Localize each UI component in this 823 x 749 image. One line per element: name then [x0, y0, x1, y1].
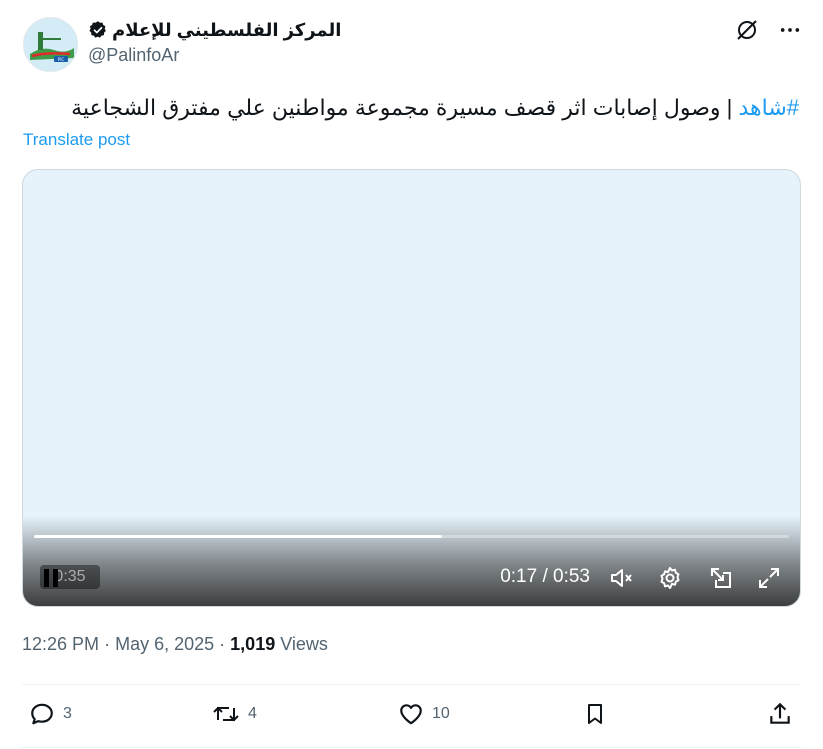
like-count: 10 [432, 705, 450, 722]
meta-separator: · [219, 634, 226, 654]
author-handle[interactable]: @PalinfoAr [88, 45, 341, 66]
tweet-text: #شاهد | وصول إصابات اثر قصف مسيرة مجموعة… [23, 92, 799, 124]
tweet-body: | وصول إصابات اثر قصف مسيرة مجموعة مواطن… [71, 95, 739, 120]
author-block: المركز الفلسطيني للإعلام @PalinfoAr [88, 17, 341, 66]
video-time: 0:17 / 0:53 [500, 566, 590, 587]
grok-icon[interactable] [735, 18, 759, 42]
bookmark-button[interactable] [583, 701, 607, 727]
fullscreen-icon[interactable] [756, 565, 782, 591]
palinfo-logo-icon: PIC [24, 18, 77, 71]
share-icon [770, 702, 790, 724]
share-button[interactable] [767, 701, 793, 727]
reply-icon [31, 703, 53, 725]
mute-icon[interactable] [608, 565, 634, 591]
header-actions [735, 18, 801, 42]
divider [22, 684, 801, 685]
video-controls-overlay [23, 516, 800, 606]
post-date[interactable]: May 6, 2025 [115, 634, 214, 654]
repost-icon [213, 706, 239, 722]
video-progress-fill [34, 535, 442, 538]
reply-count: 3 [63, 705, 72, 722]
heart-icon [400, 704, 422, 725]
post-time[interactable]: 12:26 PM [22, 634, 99, 654]
avatar[interactable]: PIC [23, 17, 78, 72]
views-count: 1,019 [230, 634, 276, 654]
divider [22, 747, 801, 748]
reply-button[interactable]: 3 [29, 701, 72, 727]
popout-icon[interactable] [708, 565, 734, 591]
bookmark-icon [588, 704, 602, 724]
repost-button[interactable]: 4 [212, 701, 257, 727]
translate-link[interactable]: Translate post [23, 130, 130, 150]
hashtag-link[interactable]: #شاهد [738, 95, 799, 120]
verified-badge-icon [89, 21, 106, 38]
views-label: Views [280, 634, 328, 654]
svg-text:PIC: PIC [58, 57, 65, 62]
action-bar: 3 4 10 [22, 701, 801, 731]
meta-separator: · [104, 634, 111, 654]
more-icon[interactable] [779, 19, 801, 41]
settings-icon[interactable] [657, 565, 683, 591]
video-progress-bar[interactable] [34, 535, 789, 538]
pause-icon[interactable] [40, 565, 66, 591]
post-meta: 12:26 PM · May 6, 2025 · 1,019 Views [22, 634, 328, 655]
repost-count: 4 [248, 705, 257, 722]
author-name[interactable]: المركز الفلسطيني للإعلام [112, 20, 341, 41]
video-player[interactable]: 0:35 0:17 / 0:53 [22, 169, 801, 607]
like-button[interactable]: 10 [398, 701, 450, 727]
